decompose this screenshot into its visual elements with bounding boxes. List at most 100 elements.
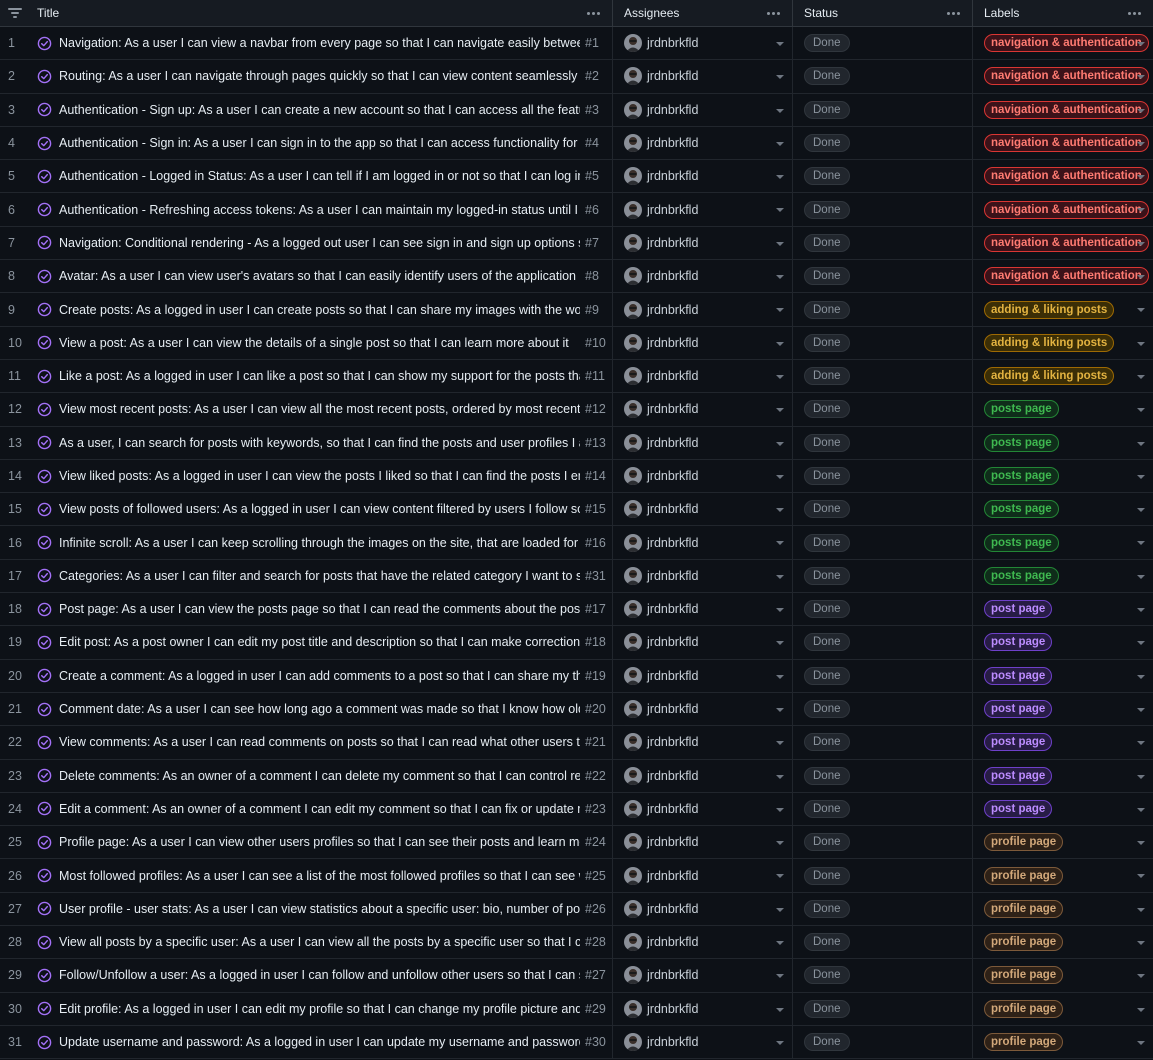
chevron-down-icon[interactable] (1137, 474, 1145, 479)
chevron-down-icon[interactable] (1137, 42, 1145, 46)
status-cell[interactable]: Done (793, 626, 973, 659)
chevron-down-icon[interactable] (1137, 707, 1145, 712)
status-cell[interactable]: Done (793, 559, 973, 593)
issue-title[interactable]: View all posts by a specific user: As a … (59, 935, 580, 949)
status-cell[interactable]: Done (793, 759, 973, 792)
issue-number[interactable]: #8 (585, 269, 599, 283)
status-cell[interactable]: Done (793, 459, 973, 493)
assignee-cell[interactable]: jrdnbrkfld (613, 393, 793, 426)
status-cell[interactable]: Done (793, 326, 973, 359)
labels-cell[interactable]: post page (973, 793, 1153, 825)
assignee-cell[interactable]: jrdnbrkfld (613, 193, 793, 226)
issue-number[interactable]: #21 (585, 735, 606, 749)
status-cell[interactable]: Done (793, 493, 973, 526)
assignee-cell[interactable]: jrdnbrkfld (613, 759, 793, 792)
status-cell[interactable]: Done (793, 1025, 973, 1059)
chevron-down-icon[interactable] (776, 974, 784, 979)
title-cell[interactable]: 9 Create posts: As a logged in user I can… (0, 293, 613, 326)
status-cell[interactable]: Done (793, 526, 973, 559)
labels-cell[interactable]: navigation & authentication (973, 60, 1153, 92)
status-cell[interactable]: Done (793, 93, 973, 126)
more-options-icon[interactable] (586, 6, 602, 20)
column-header-assignees[interactable]: Assignees (613, 0, 793, 26)
issue-title[interactable]: Like a post: As a logged in user I can l… (59, 369, 580, 383)
labels-cell[interactable]: post page (973, 693, 1153, 725)
table-row[interactable]: 20 Create a comment: As a logged in user … (0, 659, 1153, 693)
issue-title[interactable]: Post page: As a user I can view the post… (59, 602, 580, 616)
issue-number[interactable]: #31 (585, 569, 606, 583)
issue-number[interactable]: #18 (585, 635, 606, 649)
chevron-down-icon[interactable] (1137, 941, 1145, 946)
assignee-cell[interactable]: jrdnbrkfld (613, 892, 793, 926)
status-cell[interactable]: Done (793, 959, 973, 992)
labels-cell[interactable]: posts page (973, 427, 1153, 459)
labels-cell[interactable]: navigation & authentication (973, 127, 1153, 159)
chevron-down-icon[interactable] (776, 241, 784, 246)
chevron-down-icon[interactable] (1137, 341, 1145, 346)
chevron-down-icon[interactable] (776, 641, 784, 646)
chevron-down-icon[interactable] (1137, 308, 1145, 313)
chevron-down-icon[interactable] (1137, 741, 1145, 746)
table-row[interactable]: 24 Edit a comment: As an owner of a comme… (0, 792, 1153, 827)
table-row[interactable]: 11 Like a post: As a logged in user I can… (0, 359, 1153, 394)
labels-cell[interactable]: profile page (973, 993, 1153, 1025)
issue-number[interactable]: #22 (585, 769, 606, 783)
chevron-down-icon[interactable] (776, 141, 784, 146)
title-cell[interactable]: 13 As a user, I can search for posts with… (0, 426, 613, 459)
chevron-down-icon[interactable] (1137, 508, 1145, 513)
chevron-down-icon[interactable] (1137, 441, 1145, 446)
chevron-down-icon[interactable] (1137, 374, 1145, 379)
assignee-cell[interactable]: jrdnbrkfld (613, 459, 793, 493)
issue-number[interactable]: #25 (585, 869, 606, 883)
issue-title[interactable]: As a user, I can search for posts with k… (59, 436, 580, 450)
chevron-down-icon[interactable] (776, 341, 784, 346)
status-cell[interactable]: Done (793, 359, 973, 393)
labels-cell[interactable]: posts page (973, 493, 1153, 525)
issue-title[interactable]: View liked posts: As a logged in user I … (59, 469, 580, 483)
assignee-cell[interactable]: jrdnbrkfld (613, 326, 793, 359)
issue-title[interactable]: Most followed profiles: As a user I can … (59, 869, 580, 883)
issue-title[interactable]: Create posts: As a logged in user I can … (59, 303, 580, 317)
chevron-down-icon[interactable] (776, 275, 784, 280)
labels-cell[interactable]: post page (973, 593, 1153, 625)
issue-number[interactable]: #23 (585, 802, 606, 816)
issue-number[interactable]: #14 (585, 469, 606, 483)
title-cell[interactable]: 14 View liked posts: As a logged in user … (0, 459, 613, 493)
issue-title[interactable]: Avatar: As a user I can view user's avat… (59, 269, 580, 283)
chevron-down-icon[interactable] (1137, 1040, 1145, 1045)
status-cell[interactable]: Done (793, 659, 973, 692)
labels-cell[interactable]: post page (973, 726, 1153, 758)
column-header-title[interactable]: Title (0, 0, 613, 26)
issue-title[interactable]: Categories: As a user I can filter and s… (59, 569, 580, 583)
labels-cell[interactable]: navigation & authentication (973, 27, 1153, 59)
assignee-cell[interactable]: jrdnbrkfld (613, 126, 793, 160)
chevron-down-icon[interactable] (776, 175, 784, 180)
chevron-down-icon[interactable] (1137, 275, 1145, 280)
chevron-down-icon[interactable] (776, 474, 784, 479)
title-cell[interactable]: 17 Categories: As a user I can filter and… (0, 559, 613, 593)
issue-title[interactable]: User profile - user stats: As a user I c… (59, 902, 580, 916)
chevron-down-icon[interactable] (776, 541, 784, 546)
title-cell[interactable]: 25 Profile page: As a user I can view oth… (0, 826, 613, 859)
issue-number[interactable]: #24 (585, 835, 606, 849)
table-row[interactable]: 26 Most followed profiles: As a user I ca… (0, 859, 1153, 893)
issue-title[interactable]: Authentication - Sign up: As a user I ca… (59, 103, 580, 117)
title-cell[interactable]: 21 Comment date: As a user I can see how … (0, 692, 613, 726)
issue-number[interactable]: #2 (585, 69, 599, 83)
title-cell[interactable]: 31 Update username and password: As a log… (0, 1025, 613, 1059)
issue-number[interactable]: #29 (585, 1002, 606, 1016)
labels-cell[interactable]: profile page (973, 893, 1153, 925)
table-row[interactable]: 8 Avatar: As a user I can view user's ava… (0, 260, 1153, 294)
chevron-down-icon[interactable] (1137, 974, 1145, 979)
labels-cell[interactable]: navigation & authentication (973, 260, 1153, 292)
table-row[interactable]: 30 Edit profile: As a logged in user I ca… (0, 992, 1153, 1026)
assignee-cell[interactable]: jrdnbrkfld (613, 426, 793, 459)
chevron-down-icon[interactable] (776, 1040, 784, 1045)
table-row[interactable]: 3 Authentication - Sign up: As a user I c… (0, 93, 1153, 127)
title-cell[interactable]: 2 Routing: As a user I can navigate throu… (0, 60, 613, 93)
title-cell[interactable]: 18 Post page: As a user I can view the po… (0, 593, 613, 626)
assignee-cell[interactable]: jrdnbrkfld (613, 626, 793, 659)
assignee-cell[interactable]: jrdnbrkfld (613, 93, 793, 126)
status-cell[interactable]: Done (793, 393, 973, 426)
status-cell[interactable]: Done (793, 826, 973, 859)
